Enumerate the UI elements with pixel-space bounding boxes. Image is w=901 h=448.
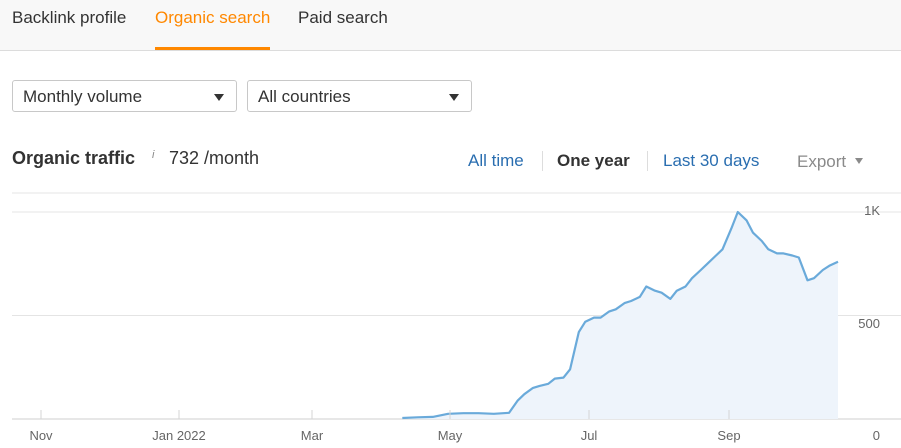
y-tick-label: 500 — [858, 316, 880, 331]
metric-select[interactable]: Monthly volume — [12, 80, 237, 112]
export-button[interactable]: Export — [797, 152, 864, 172]
country-select-value: All countries — [258, 87, 351, 106]
x-tick-label: May — [438, 428, 463, 443]
metric-select-value: Monthly volume — [23, 87, 143, 106]
tab-backlink-profile[interactable]: Backlink profile — [12, 8, 126, 50]
info-icon[interactable]: i — [152, 149, 154, 161]
range-last-30-days-link[interactable]: Last 30 days — [663, 151, 759, 171]
x-tick-label: Jul — [581, 428, 598, 443]
caret-down-icon — [214, 94, 224, 101]
country-select[interactable]: All countries — [247, 80, 472, 112]
x-tick-label: Sep — [717, 428, 740, 443]
caret-down-icon — [449, 94, 459, 101]
caret-down-icon — [855, 158, 864, 164]
range-one-year-link[interactable]: One year — [557, 151, 630, 171]
x-tick-label: Jan 2022 — [152, 428, 206, 443]
range-divider — [542, 151, 543, 171]
export-label: Export — [797, 152, 847, 171]
y-tick-label: 1K — [864, 203, 880, 218]
metric-value: 732 /month — [169, 148, 260, 168]
y-tick-label: 0 — [873, 428, 880, 443]
range-divider — [647, 151, 648, 171]
x-tick-label: Nov — [29, 428, 53, 443]
organic-traffic-chart: Nov Jan 2022 Mar May Jul Sep 0 500 1K — [12, 192, 901, 443]
tab-paid-search[interactable]: Paid search — [298, 8, 388, 50]
metric-title: Organic traffic — [12, 148, 136, 168]
tab-organic-search[interactable]: Organic search — [155, 8, 271, 50]
x-tick-label: Mar — [301, 428, 324, 443]
range-all-time-link[interactable]: All time — [468, 151, 524, 171]
tab-bar: Backlink profile Organic search Paid sea… — [0, 0, 901, 51]
